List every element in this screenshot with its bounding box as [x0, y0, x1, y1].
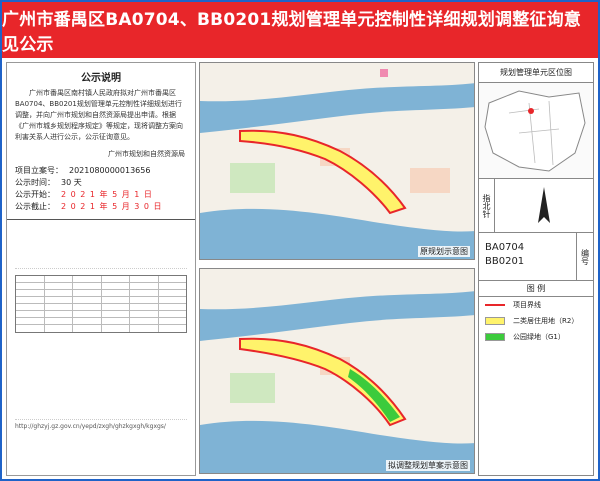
notice-url[interactable]: http://ghzyj.gz.gov.cn/yepd/zxgh/ghzkgxg…	[7, 420, 195, 430]
north-arrow-icon	[538, 187, 550, 223]
start-label: 公示开始：	[15, 190, 55, 199]
bottom-map-caption: 拟调整规划草案示意图	[386, 460, 470, 471]
map-block	[410, 168, 450, 193]
notice-info: 项目立案号： 2021080000013656 公示时间： 30 天 公示开始：…	[7, 159, 195, 213]
project-no-row: 项目立案号： 2021080000013656	[15, 165, 187, 177]
period-label: 公示时间：	[15, 178, 55, 187]
legend-item-boundary: 项目界线	[479, 297, 593, 313]
g1-swatch	[485, 333, 505, 341]
original-plan-svg	[200, 63, 474, 259]
top-map-caption: 原规划示意图	[418, 246, 470, 257]
original-plan-map: 原规划示意图	[199, 62, 475, 260]
end-row: 公示截止： 2 0 2 1 年 5 月 3 0 日	[15, 201, 187, 213]
info-sidebar: 规划管理单元区位图 指北针 BA0704 BB0201 编号 图 例 项目界线 …	[478, 62, 594, 476]
legend-label-boundary: 项目界线	[513, 301, 541, 309]
code-label: 编号	[580, 248, 590, 265]
adjusted-plan-svg	[200, 269, 474, 473]
table-row	[16, 325, 186, 332]
project-no-value: 2021080000013656	[69, 166, 151, 175]
end-label: 公示截止：	[15, 202, 55, 211]
table-row	[16, 304, 186, 311]
notice-panel: 公示说明 广州市番禺区南村镇人民政府拟对广州市番禺区BA0704、BB0201规…	[6, 62, 196, 476]
notice-section-title: 公示说明	[81, 73, 121, 84]
table-row	[16, 297, 186, 304]
location-marker	[528, 108, 534, 114]
boundary-swatch	[485, 304, 505, 306]
compass-label: 指北针	[479, 179, 495, 232]
table-row	[16, 283, 186, 290]
period-row: 公示时间： 30 天	[15, 177, 187, 189]
map-block	[380, 69, 388, 77]
location-map	[479, 83, 593, 179]
table-row	[16, 311, 186, 318]
start-date: 2 0 2 1 年 5 月 1 日	[61, 190, 153, 199]
location-map-title: 规划管理单元区位图	[479, 63, 593, 83]
page-title: 广州市番禺区BA0704、BB0201规划管理单元控制性详细规划调整征询意见公示	[2, 2, 598, 58]
fine-print-lines-2	[15, 336, 187, 420]
map-block	[230, 163, 275, 193]
r2-swatch	[485, 317, 505, 325]
location-map-svg	[484, 90, 586, 172]
table-row	[16, 290, 186, 297]
code-box: BA0704 BB0201	[479, 233, 577, 280]
legend-title: 图 例	[479, 281, 593, 297]
table-row	[16, 318, 186, 325]
period-value: 30 天	[61, 178, 82, 187]
code-row: BA0704 BB0201 编号	[479, 233, 593, 281]
notice-text: 广州市番禺区南村镇人民政府拟对广州市番禺区BA0704、BB0201规划管理单元…	[15, 89, 183, 141]
table-row	[16, 276, 186, 283]
fine-print-block-2	[7, 333, 195, 420]
adjustment-table	[15, 275, 187, 333]
compass-box	[495, 179, 593, 232]
map-block	[230, 373, 275, 403]
fine-print-block	[7, 220, 195, 269]
fine-print-lines	[15, 223, 187, 269]
notice-org: 广州市规划和自然资源局	[108, 150, 185, 158]
legend-label-g1: 公园绿地（G1）	[513, 333, 565, 341]
compass-row: 指北针	[479, 179, 593, 233]
end-date: 2 0 2 1 年 5 月 3 0 日	[61, 202, 163, 211]
legend-item-r2: 二类居住用地（R2）	[479, 313, 593, 329]
legend-label-r2: 二类居住用地（R2）	[513, 317, 579, 325]
adjusted-plan-map: 拟调整规划草案示意图	[199, 268, 475, 474]
start-row: 公示开始： 2 0 2 1 年 5 月 1 日	[15, 189, 187, 201]
unit-code-1: BA0704	[485, 242, 525, 253]
legend-item-g1: 公园绿地（G1）	[479, 329, 593, 345]
unit-code-2: BB0201	[485, 256, 525, 267]
project-no-label: 项目立案号：	[15, 166, 63, 175]
